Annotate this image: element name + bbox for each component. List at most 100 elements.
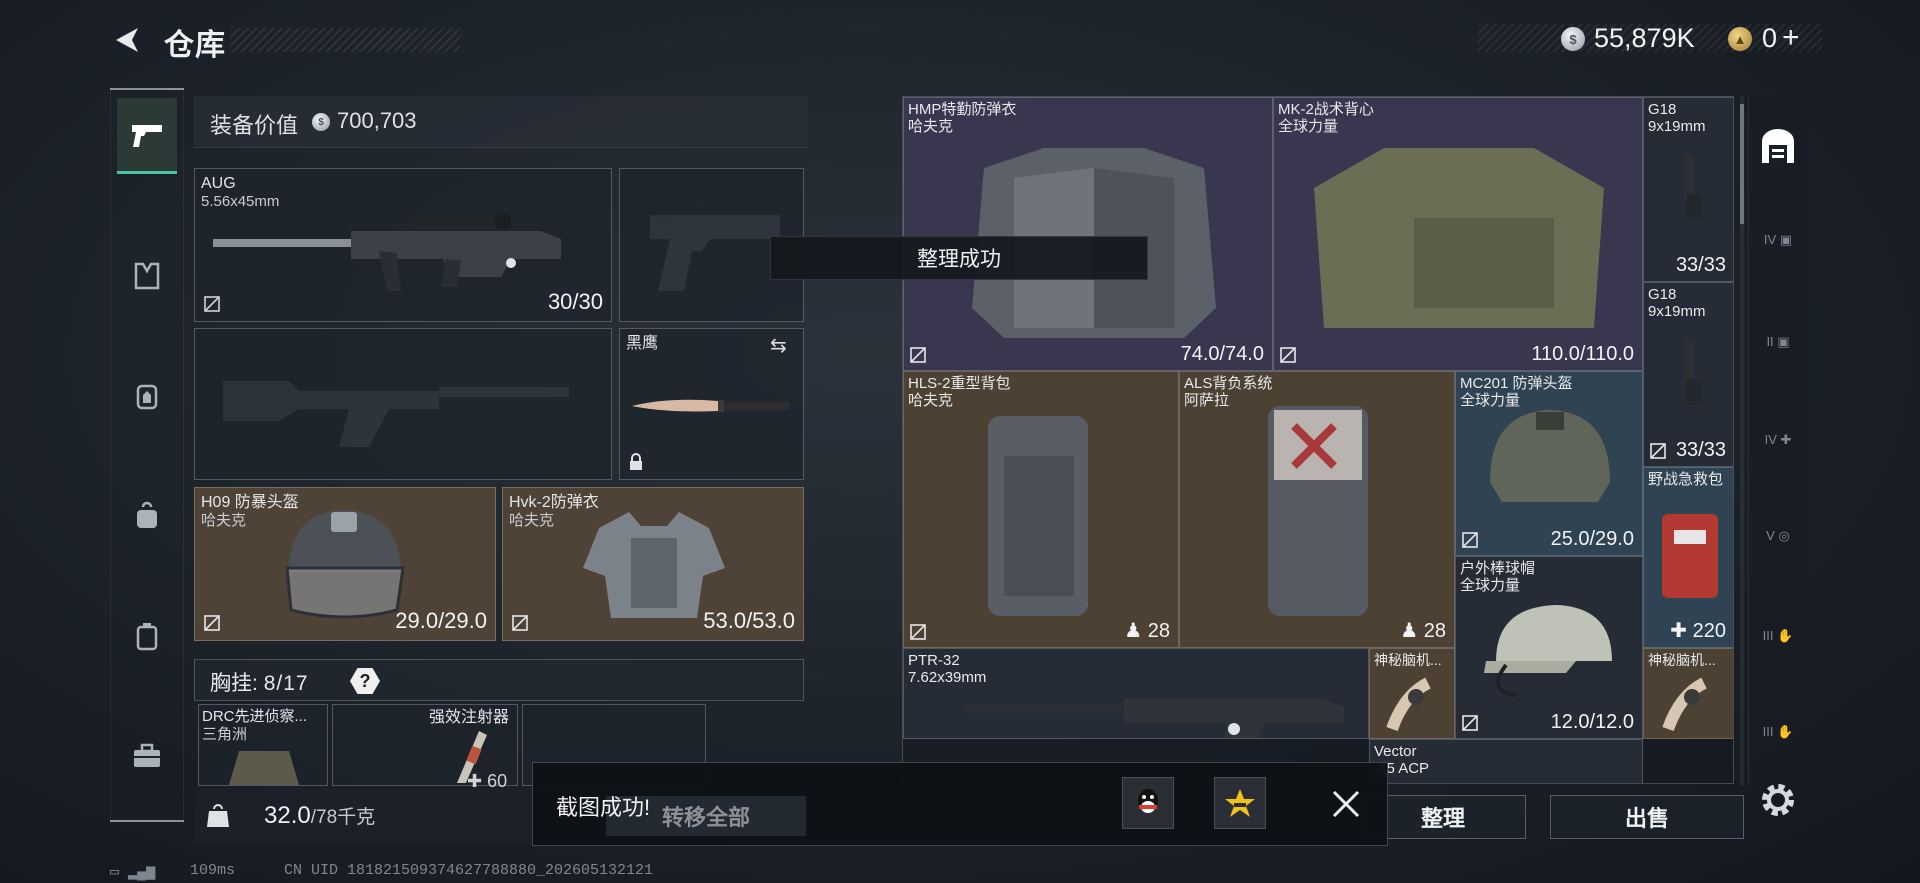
nav-toolbox[interactable] (117, 718, 177, 794)
als-backpack-image (1268, 406, 1368, 616)
nav-case[interactable] (117, 598, 177, 674)
page-title: 仓库 (164, 29, 226, 62)
recon-device-image (229, 751, 299, 785)
item-name: DRC先进侦察... (202, 708, 308, 725)
melee-slot[interactable]: 黑鹰 ⇆ (619, 328, 804, 480)
ptr32-rifle-image (964, 699, 1344, 738)
ammo-count: 33/33 (1675, 439, 1726, 461)
equip-value-amount: 700,703 (337, 108, 417, 133)
screenshot-toast-text: 截图成功! (556, 795, 651, 820)
baseball-cap-image (1484, 605, 1612, 697)
tier-iv-icon: IV ▣ (1763, 232, 1793, 247)
nav-divider-top (110, 88, 184, 90)
share-qq-button[interactable] (1122, 777, 1174, 829)
bind-lock-icon (512, 615, 528, 631)
bind-lock-icon (204, 296, 220, 312)
stash-item-cap[interactable]: 户外棒球帽 全球力量 12.0/12.0 (1455, 556, 1643, 739)
tier-iii-icon: III ✋ (1762, 628, 1794, 643)
durability: 25.0/29.0 (1550, 528, 1634, 550)
item-name: 强效注射器 (429, 709, 510, 726)
add-currency-button[interactable]: + (1782, 21, 1800, 55)
stash-item-vector[interactable]: Vector .45 ACP (1369, 739, 1643, 783)
nav-backpack[interactable] (117, 478, 177, 554)
item-name: 户外棒球帽 (1460, 560, 1536, 577)
item-caliber: 7.62x39mm (908, 669, 987, 686)
silver-coin-icon: $ (1561, 27, 1585, 51)
durability: 29.0/29.0 (395, 608, 487, 633)
item-brand: 哈夫克 (908, 392, 954, 409)
settings-gear-icon[interactable] (1756, 778, 1800, 822)
item-brand: 哈夫克 (509, 512, 555, 529)
nav-chest-rig[interactable] (117, 358, 177, 434)
stash-item-hls2[interactable]: HLS-2重型背包 哈夫克 ♟ 28 (903, 371, 1179, 648)
stash-item-als[interactable]: ALS背负系统 阿萨拉 ♟ 28 (1179, 371, 1455, 648)
stash-item-g18[interactable]: G18 9x19mm 33/33 (1643, 282, 1733, 467)
bind-lock-icon (204, 615, 220, 631)
item-brand: 阿萨拉 (1184, 392, 1230, 409)
item-name: G18 (1648, 286, 1677, 303)
side-nav (110, 88, 184, 824)
nav-weapons[interactable] (117, 98, 177, 174)
uid-text: CN UID 1818215093746277888​80_2026051321… (284, 862, 654, 879)
armor-slot[interactable]: Hvk-2防弹衣 哈夫克 53.0/53.0 (502, 487, 804, 641)
capacity: ♟ 28 (1400, 620, 1446, 642)
mc201-helmet-image (1490, 410, 1610, 502)
stash-item-g18[interactable]: G18 9x19mm 33/33 (1643, 97, 1733, 282)
share-qzone-button[interactable] (1214, 777, 1266, 829)
g18-pistol-image (1684, 154, 1702, 220)
chest-rig-label: 胸挂: 8/17 (210, 672, 309, 695)
filter-tier-ii[interactable]: II ▣ (1756, 320, 1800, 364)
item-caliber: 9x19mm (1648, 303, 1706, 320)
filter-tier-iv[interactable]: IV ▣ (1756, 218, 1800, 262)
gold-amount: 0 (1762, 23, 1778, 53)
nav-divider-bottom (110, 820, 184, 822)
battery-signal-icon: ▭ ▂▄▆ (110, 864, 156, 881)
pistol-icon (132, 124, 162, 147)
secondary-weapon-slot[interactable] (194, 328, 612, 480)
filter-all[interactable] (1756, 124, 1800, 168)
capacity: ♟ 28 (1124, 620, 1170, 642)
organize-toast: 整理成功 (770, 236, 1148, 280)
filter-tier-v[interactable]: V ◎ (1756, 514, 1800, 558)
item-brand: 哈夫克 (908, 118, 954, 135)
sell-button[interactable]: 出售 (1550, 795, 1744, 839)
helmet-slot[interactable]: H09 防暴头盔 哈夫克 29.0/29.0 (194, 487, 496, 641)
item-name: PTR-32 (908, 652, 960, 669)
nav-armor[interactable] (117, 238, 177, 314)
back-arrow-icon[interactable] (108, 22, 144, 58)
item-name: Vector (1374, 743, 1417, 760)
bind-lock-icon (910, 347, 926, 363)
swap-icon[interactable]: ⇆ (770, 333, 787, 358)
primary-weapon-slot[interactable]: AUG 5.56x45mm 30/30 (194, 168, 612, 322)
close-icon[interactable] (1328, 786, 1364, 822)
stash-item-ptr32[interactable]: PTR-32 7.62x39mm (903, 648, 1369, 739)
stash-item-wrist-device[interactable]: 神秘脑机... (1369, 648, 1455, 739)
stash-item-wrist-device[interactable]: 神秘脑机... (1643, 648, 1733, 739)
ammo-count: 30/30 (547, 289, 603, 314)
rig-item-slot[interactable]: DRC先进侦察... 三角洲 (198, 704, 328, 786)
stash-item-medkit[interactable]: 野战急救包 ✚ 220 (1643, 467, 1733, 648)
filter-tier-iv-plus[interactable]: IV ✚ (1756, 418, 1800, 462)
stash-grid: HMP特勤防弹衣 哈夫克 74.0/74.0 MK-2战术背心 全球力量 110… (902, 96, 1734, 784)
chest-rig-icon (136, 384, 158, 410)
stash-item-mc201[interactable]: MC201 防弹头盔 全球力量 25.0/29.0 (1455, 371, 1643, 556)
tier-iv-plus-icon: IV ✚ (1764, 432, 1792, 447)
stash-scrollbar-thumb[interactable] (1740, 104, 1744, 224)
item-name: G18 (1648, 101, 1677, 118)
bind-lock-icon (1280, 347, 1296, 363)
warehouse-icon (1762, 129, 1794, 163)
qzone-star-icon (1225, 789, 1255, 817)
rifle-placeholder-icon (223, 381, 569, 447)
medkit-image (1662, 514, 1718, 598)
stash-item-hmp[interactable]: HMP特勤防弹衣 哈夫克 74.0/74.0 (903, 97, 1273, 371)
weight-value: 32.0/78千克 (264, 802, 376, 829)
filter-tier-iii-b[interactable]: III ✋ (1756, 710, 1800, 754)
rig-item-slot[interactable]: 强效注射器 ✚ 60 (332, 704, 518, 791)
wrist-device-image (1662, 677, 1707, 732)
silver-amount: 55,879K (1594, 23, 1695, 53)
filter-tier-iii[interactable]: III ✋ (1756, 614, 1800, 658)
bind-lock-icon (1650, 443, 1666, 459)
silver-coin-icon: $ (312, 113, 330, 131)
stash-item-mk2[interactable]: MK-2战术背心 全球力量 110.0/110.0 (1273, 97, 1643, 371)
item-name: HMP特勤防弹衣 (908, 101, 1017, 118)
